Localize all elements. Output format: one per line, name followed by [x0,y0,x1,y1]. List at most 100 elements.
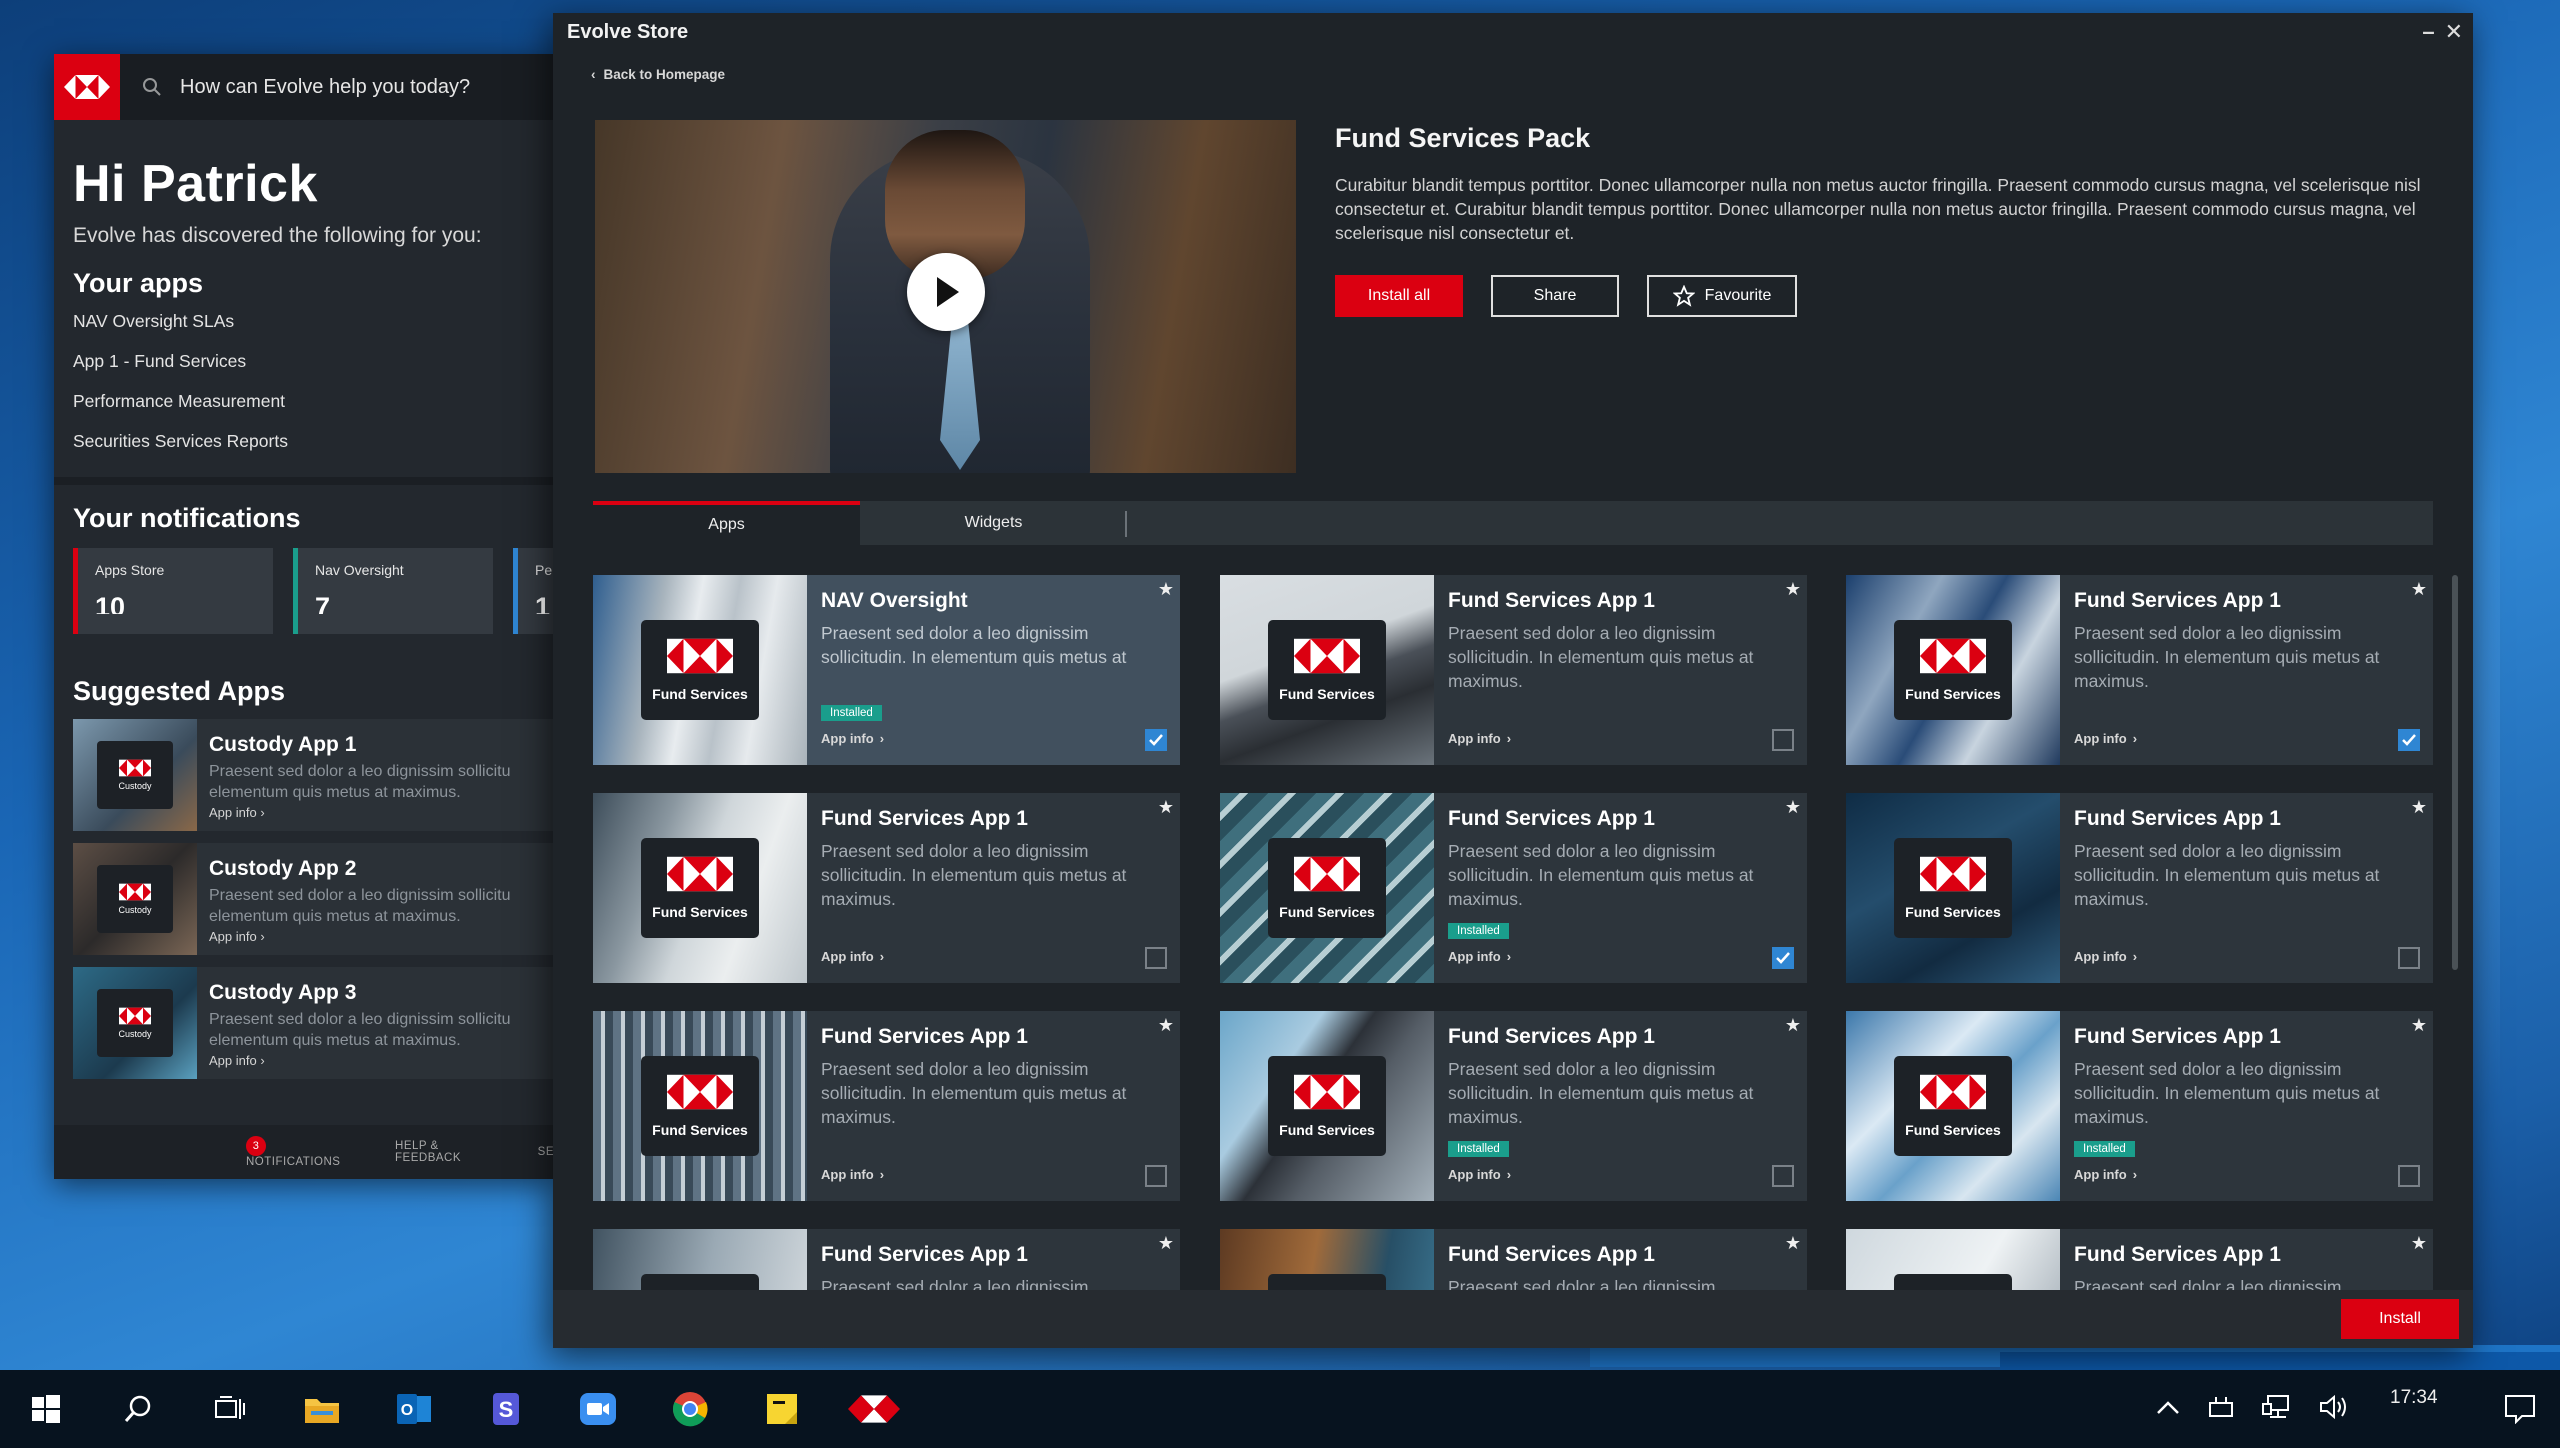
app-card[interactable]: Fund ServicesFund Services App 1Praesent… [1220,793,1807,983]
notification-card-nav-oversight[interactable]: Nav Oversight 7 [293,548,493,634]
app-card[interactable]: Fund ServicesFund Services App 1Praesent… [1220,1011,1807,1201]
app-info-link[interactable]: App info › [2074,731,2137,746]
suggested-app-title: Custody App 1 [209,733,357,756]
evolve-taskbar-icon[interactable] [828,1370,920,1448]
volume-icon[interactable] [2318,1394,2350,1425]
skype-icon[interactable]: S [460,1370,552,1448]
search-icon[interactable] [92,1370,184,1448]
tab-widgets[interactable]: Widgets [860,501,1127,545]
suggested-app-item[interactable]: Custody Custody App 2 Praesent sed dolor… [73,843,554,955]
outlook-icon[interactable]: O [368,1370,460,1448]
favourite-star-icon[interactable]: ★ [1785,1015,1801,1036]
badge-label: Fund Services [652,904,748,920]
app-card[interactable]: Fund ServicesFund Services App 1Praesent… [593,793,1180,983]
app-info-link[interactable]: App info › [2074,949,2137,964]
favourite-star-icon[interactable]: ★ [1158,1015,1174,1036]
favourite-star-icon[interactable]: ★ [2411,1233,2427,1254]
app-card[interactable]: Fund ServicesFund Services App 1Praesent… [1220,575,1807,765]
app-info-link[interactable]: App info › [1448,731,1511,746]
app-info-link[interactable]: App info › [821,1167,884,1182]
pack-hero-video[interactable] [595,120,1296,473]
notification-card-apps-store[interactable]: Apps Store 10 [73,548,273,634]
action-center-icon[interactable] [2480,1394,2560,1424]
zoom-icon[interactable] [552,1370,644,1448]
app-card[interactable]: Fund ServicesFund Services App 1Praesent… [1846,575,2433,765]
favourite-star-icon[interactable]: ★ [1158,797,1174,818]
select-checkbox[interactable] [2398,729,2420,751]
task-view-icon[interactable] [184,1370,276,1448]
network-icon[interactable] [2262,1394,2292,1425]
select-checkbox[interactable] [1772,947,1794,969]
suggested-app-item[interactable]: Custody Custody App 1 Praesent sed dolor… [73,719,554,831]
suggested-app-desc: elementum quis metus at maximus. [209,784,461,801]
tab-apps[interactable]: Apps [593,501,860,545]
app-card[interactable]: Fund ServicesFund Services App 1Praesent… [1220,1229,1807,1292]
app-info-link[interactable]: App info › [821,949,884,964]
favourite-star-icon[interactable]: ★ [1158,579,1174,600]
install-all-button[interactable]: Install all [1335,275,1463,317]
suggested-app-item[interactable]: Custody Custody App 3 Praesent sed dolor… [73,967,554,1079]
favourite-star-icon[interactable]: ★ [1785,797,1801,818]
select-checkbox[interactable] [1145,947,1167,969]
app-info-link[interactable]: App info › [209,805,510,820]
your-app-item[interactable]: Securities Services Reports [73,431,554,471]
chevron-up-icon[interactable] [2156,1399,2180,1420]
window-title: Evolve Store [567,20,689,43]
favourite-star-icon[interactable]: ★ [1158,1233,1174,1254]
app-info-link[interactable]: App info › [1448,949,1511,964]
app-card[interactable]: Fund ServicesFund Services App 1Praesent… [1846,1229,2433,1292]
checkmark-icon [1776,952,1790,964]
select-checkbox[interactable] [1772,729,1794,751]
app-description: Praesent sed dolor a leo dignissim solli… [1448,841,1754,909]
hsbc-logo[interactable] [54,54,120,120]
evolve-search[interactable]: How can Evolve help you today? [120,76,470,99]
search-placeholder[interactable]: How can Evolve help you today? [180,76,470,99]
app-info-link[interactable]: App info › [821,731,884,746]
app-info-link[interactable]: App info › [1448,1167,1511,1182]
grid-scrollbar[interactable] [2452,575,2458,970]
notifications-link[interactable]: 3NOTIFICATIONS [246,1136,355,1168]
your-app-item[interactable]: Performance Measurement [73,391,554,431]
hsbc-logo: Fund Services [1268,838,1386,938]
power-icon[interactable] [2206,1395,2236,1424]
play-button[interactable] [907,253,985,331]
favourite-star-icon[interactable]: ★ [1785,1233,1801,1254]
select-checkbox[interactable] [2398,947,2420,969]
your-app-item[interactable]: NAV Oversight SLAs [73,311,554,351]
sticky-notes-icon[interactable] [736,1370,828,1448]
favourite-button[interactable]: Favourite [1647,275,1797,317]
file-explorer-icon[interactable] [276,1370,368,1448]
windows-start-icon[interactable] [0,1370,92,1448]
install-button[interactable]: Install [2341,1299,2459,1339]
app-card[interactable]: Fund Services NAV Oversight Praesent sed d… [593,575,1180,765]
app-info-link[interactable]: App info › [209,1053,510,1068]
notification-card-performance[interactable]: Pe 1 [513,548,554,634]
your-app-item[interactable]: App 1 - Fund Services [73,351,554,391]
share-button[interactable]: Share [1491,275,1619,317]
favourite-star-icon[interactable]: ★ [2411,797,2427,818]
badge-label: Custody [118,1029,152,1039]
favourite-star-icon[interactable]: ★ [2411,1015,2427,1036]
clock[interactable]: 17:34 [2390,1387,2480,1409]
app-card[interactable]: Fund ServicesFund Services App 1Praesent… [593,1011,1180,1201]
app-card[interactable]: Fund ServicesFund Services App 1Praesent… [1846,793,2433,983]
select-checkbox[interactable] [1145,729,1167,751]
help-feedback-link[interactable]: HELP & FEEDBACK [395,1140,498,1164]
minimize-icon[interactable]: – [2422,19,2434,45]
select-checkbox[interactable] [1772,1165,1794,1187]
app-info-link[interactable]: App info › [2074,1167,2137,1182]
favourite-star-icon[interactable]: ★ [2411,579,2427,600]
favourite-star-icon[interactable]: ★ [1785,579,1801,600]
chrome-icon[interactable] [644,1370,736,1448]
app-card[interactable]: Fund ServicesFund Services App 1Praesent… [593,1229,1180,1292]
select-checkbox[interactable] [1145,1165,1167,1187]
back-to-homepage-link[interactable]: ‹ Back to Homepage [553,51,2473,82]
close-icon[interactable]: ✕ [2445,19,2463,45]
hsbc-logo: Fund Services [641,620,759,720]
settings-link[interactable]: SE [538,1146,554,1158]
app-thumbnail: Fund Services [1220,793,1434,983]
app-info-link[interactable]: App info › [209,929,510,944]
select-checkbox[interactable] [2398,1165,2420,1187]
app-card[interactable]: Fund ServicesFund Services App 1Praesent… [1846,1011,2433,1201]
app-description: Praesent sed dolor a leo dignissim solli… [821,841,1127,909]
